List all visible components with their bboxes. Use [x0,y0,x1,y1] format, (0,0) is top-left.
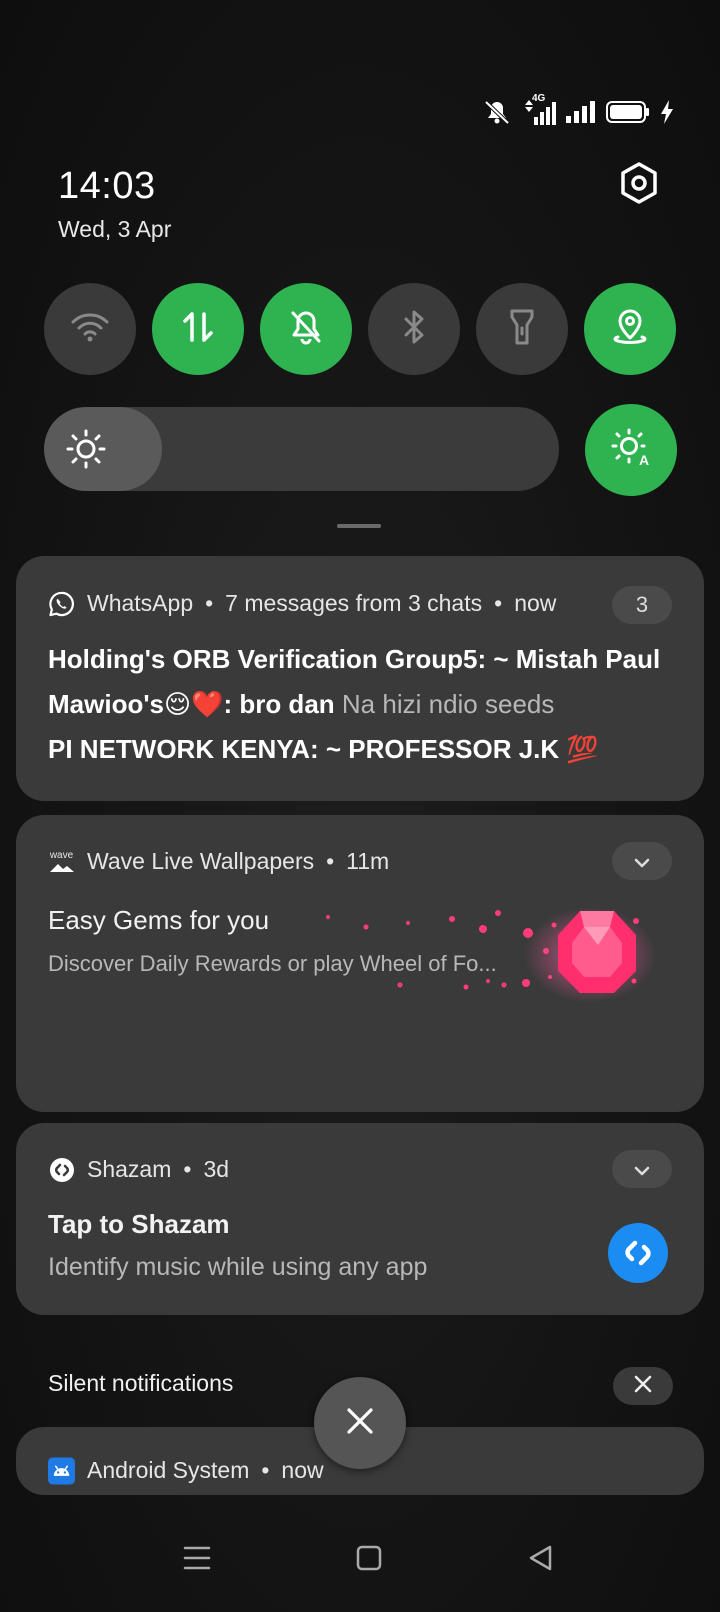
message-sender: Mawioo's😌❤️: bro dan [48,689,335,719]
back-button[interactable] [511,1530,571,1590]
close-icon [345,1406,375,1441]
mute-toggle[interactable] [260,283,352,375]
panel-drag-handle[interactable] [337,524,381,528]
expand-button[interactable] [612,1150,672,1188]
notification-header: Android System • now [48,1457,324,1484]
separator-dot: • [205,590,214,616]
android-icon [48,1457,75,1484]
notification-time: 3d [203,1156,230,1182]
notification-header: Shazam • 3d [48,1156,229,1183]
notification-header: WhatsApp • 7 messages from 3 chats • now [48,590,556,617]
mute-icon [482,99,512,125]
app-name: WhatsApp [87,590,194,616]
sun-icon [66,429,106,474]
brightness-slider[interactable] [44,407,559,491]
close-icon [634,1375,652,1398]
separator-dot: • [183,1156,192,1182]
message-count-badge[interactable]: 3 [612,586,672,624]
notification-time: now [514,590,557,616]
message-text: 💯 [566,734,599,764]
home-square-icon [356,1545,382,1576]
gem-image [318,905,668,1015]
back-triangle-icon [528,1545,554,1576]
battery-icon [606,100,650,124]
notification-whatsapp[interactable]: WhatsApp • 7 messages from 3 chats • now… [16,556,704,801]
shazam-logo [608,1223,668,1283]
mobile-network-icon: 4G [522,93,556,125]
status-bar-icons: 4G [482,93,674,126]
network-type-label: 4G [532,93,546,104]
flashlight-icon [509,308,535,351]
notification-title: Tap to Shazam [48,1209,230,1239]
settings-button[interactable] [616,161,662,210]
clear-silent-button[interactable] [613,1367,673,1405]
clock: 14:03 [58,165,156,207]
whatsapp-icon [48,590,75,617]
gear-icon [619,161,659,210]
charging-icon [660,100,674,124]
mobile-data-toggle[interactable] [152,283,244,375]
clear-all-button[interactable] [314,1377,406,1469]
recents-button[interactable] [167,1530,227,1590]
notification-body: Identify music while using any app [48,1253,428,1281]
shazam-icon [48,1156,75,1183]
message-sender: PI NETWORK KENYA: ~ PROFESSOR J.K [48,734,560,764]
notification-summary: 7 messages from 3 chats [225,590,483,616]
notification-title: Easy Gems for you [48,905,270,935]
bluetooth-icon [402,309,426,350]
bell-off-icon [289,309,323,350]
menu-icon [183,1545,211,1576]
navigation-bar [0,1530,720,1590]
location-icon [612,308,648,351]
app-name: Android System [87,1457,250,1483]
message-line: Holding's ORB Verification Group5: ~ Mis… [48,644,660,675]
wave-logo-icon: wave [48,848,75,875]
svg-text:A: A [639,452,649,468]
message-line: PI NETWORK KENYA: ~ PROFESSOR J.K 💯 [48,734,599,765]
chevron-down-icon [634,1156,650,1182]
message-text: Na hizi ndio seeds [341,689,555,719]
silent-notifications-header: Silent notifications [48,1370,234,1396]
notification-wave[interactable]: wave Wave Live Wallpapers • 11m Easy Gem… [16,815,704,1112]
home-button[interactable] [339,1530,399,1590]
flashlight-toggle[interactable] [476,283,568,375]
app-name: Shazam [87,1156,172,1182]
date: Wed, 3 Apr [58,216,172,242]
message-line: Mawioo's😌❤️: bro dan Na hizi ndio seeds [48,689,554,720]
separator-dot: • [261,1457,270,1483]
location-toggle[interactable] [584,283,676,375]
message-sender: Holding's ORB Verification Group5: ~ Mis… [48,644,661,674]
auto-brightness-icon: A [611,428,651,473]
notification-time: 11m [346,848,390,874]
notification-header: wave Wave Live Wallpapers • 11m [48,848,389,875]
wifi-toggle[interactable] [44,283,136,375]
auto-brightness-toggle[interactable]: A [585,404,677,496]
data-arrows-icon [181,310,215,349]
signal-icon [566,101,596,123]
chevron-down-icon [634,848,650,874]
wave-logo-text: wave [49,849,74,861]
expand-button[interactable] [612,842,672,880]
bluetooth-toggle[interactable] [368,283,460,375]
separator-dot: • [494,590,503,616]
app-name: Wave Live Wallpapers [87,848,315,874]
wifi-icon [70,311,110,348]
notification-time: now [281,1457,324,1483]
separator-dot: • [326,848,335,874]
notification-shazam[interactable]: Shazam • 3d Tap to Shazam Identify music… [16,1123,704,1315]
